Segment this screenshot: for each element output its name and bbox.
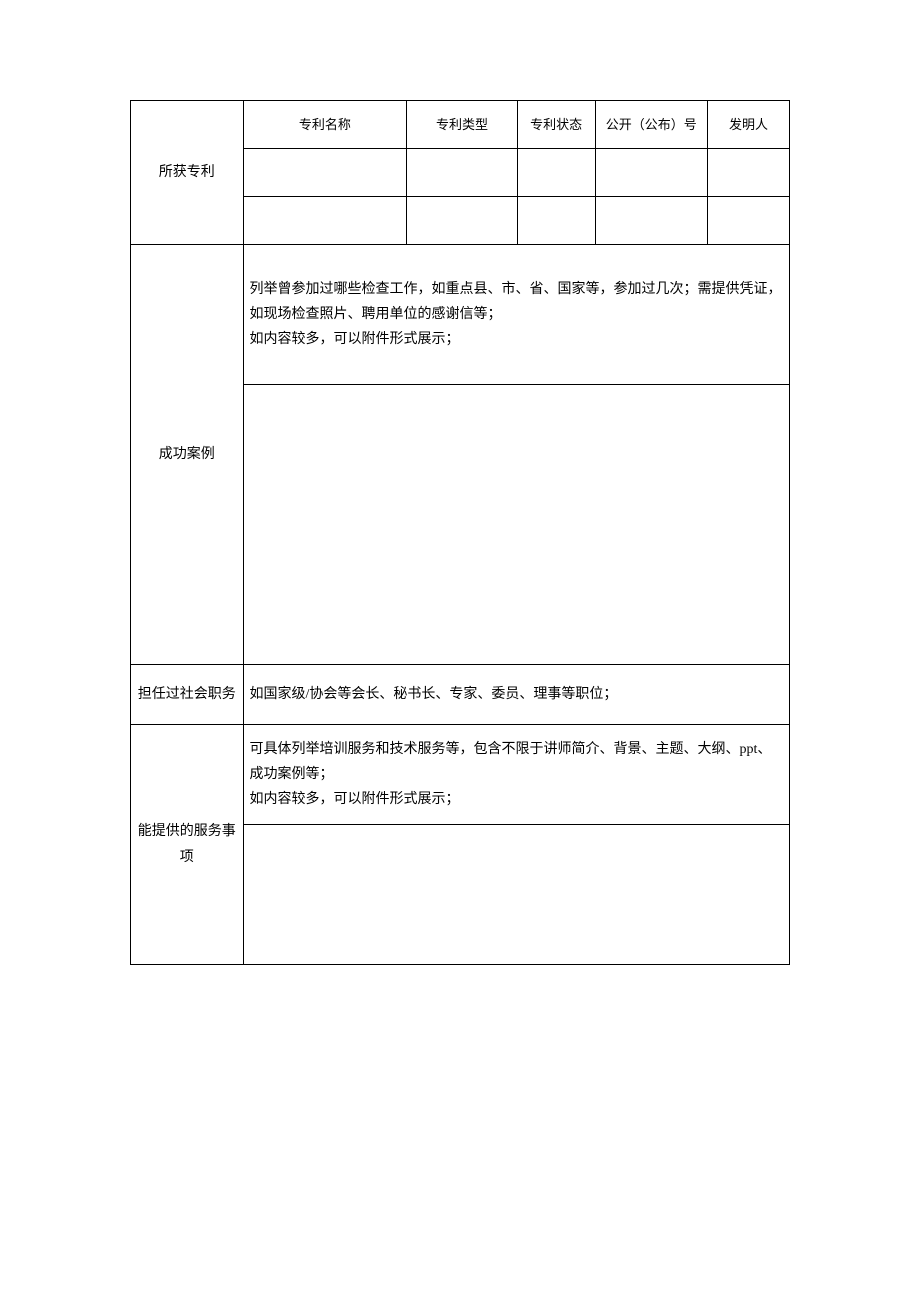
patent-name-cell[interactable] — [243, 149, 407, 197]
success-cases-instruction: 列举曾参加过哪些检查工作，如重点县、市、省、国家等，参加过几次；需提供凭证，如现… — [243, 245, 789, 385]
patent-type-cell[interactable] — [407, 197, 518, 245]
services-instruction: 可具体列举培训服务和技术服务等，包含不限于讲师简介、背景、主题、大纲、ppt、成… — [243, 725, 789, 825]
patents-label: 所获专利 — [131, 101, 244, 245]
patent-number-cell[interactable] — [595, 197, 708, 245]
services-content[interactable] — [243, 825, 789, 965]
patent-type-cell[interactable] — [407, 149, 518, 197]
patent-inventor-cell[interactable] — [708, 149, 790, 197]
patent-status-header: 专利状态 — [517, 101, 595, 149]
patent-name-cell[interactable] — [243, 197, 407, 245]
success-cases-label: 成功案例 — [131, 245, 244, 665]
form-table: 所获专利 专利名称 专利类型 专利状态 公开（公布）号 发明人 成功案例 列举曾… — [130, 100, 790, 965]
patent-number-header: 公开（公布）号 — [595, 101, 708, 149]
patent-status-cell[interactable] — [517, 197, 595, 245]
patent-inventor-cell[interactable] — [708, 197, 790, 245]
patent-name-header: 专利名称 — [243, 101, 407, 149]
social-positions-instruction: 如国家级/协会等会长、秘书长、专家、委员、理事等职位； — [243, 665, 789, 725]
patent-type-header: 专利类型 — [407, 101, 518, 149]
patent-inventor-header: 发明人 — [708, 101, 790, 149]
services-label: 能提供的服务事项 — [131, 725, 244, 965]
patents-header-row: 所获专利 专利名称 专利类型 专利状态 公开（公布）号 发明人 — [131, 101, 790, 149]
services-instruction-row: 能提供的服务事项 可具体列举培训服务和技术服务等，包含不限于讲师简介、背景、主题… — [131, 725, 790, 825]
success-cases-instruction-row: 成功案例 列举曾参加过哪些检查工作，如重点县、市、省、国家等，参加过几次；需提供… — [131, 245, 790, 385]
social-positions-label: 担任过社会职务 — [131, 665, 244, 725]
social-positions-row: 担任过社会职务 如国家级/协会等会长、秘书长、专家、委员、理事等职位； — [131, 665, 790, 725]
patent-status-cell[interactable] — [517, 149, 595, 197]
success-cases-content[interactable] — [243, 385, 789, 665]
patent-number-cell[interactable] — [595, 149, 708, 197]
